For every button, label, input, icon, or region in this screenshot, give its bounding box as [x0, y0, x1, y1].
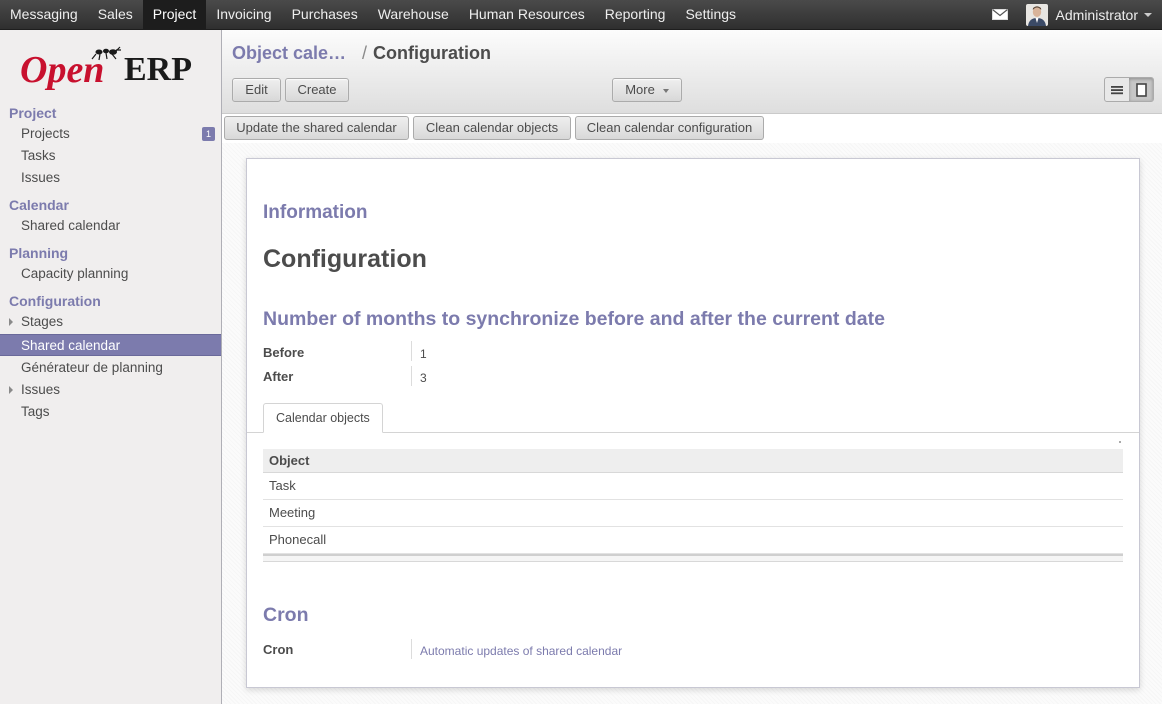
section-project: Project	[9, 105, 57, 121]
top-menu-sales[interactable]: Sales	[88, 0, 143, 29]
top-menu: Messaging Sales Project Invoicing Purcha…	[0, 0, 746, 29]
chevron-down-icon	[662, 88, 669, 93]
view-switcher	[1104, 77, 1154, 102]
table-footer	[263, 554, 1123, 562]
user-area: Administrator	[991, 0, 1162, 29]
sidebar-item-label: Tasks	[21, 148, 56, 163]
update-shared-calendar-button[interactable]: Update the shared calendar	[224, 116, 409, 140]
field-separator	[411, 366, 412, 386]
sidebar: Open ERP Project Projects 1 Tasks Issues…	[0, 30, 222, 704]
field-separator	[411, 341, 412, 361]
sidebar-item-label: Tags	[21, 404, 50, 419]
column-header-object[interactable]: Object	[263, 449, 1123, 473]
top-menu-reporting[interactable]: Reporting	[595, 0, 676, 29]
control-panel: Object cale… / Configuration Edit Create…	[222, 30, 1162, 114]
sidebar-item-issues[interactable]: Issues	[0, 167, 221, 189]
sidebar-item-label: Shared calendar	[21, 218, 121, 233]
sidebar-item-label: Issues	[21, 382, 61, 397]
table-row[interactable]: Meeting	[263, 500, 1123, 527]
sidebar-item-generateur-de-planning[interactable]: Générateur de planning	[0, 357, 221, 379]
top-menu-invoicing[interactable]: Invoicing	[206, 0, 281, 29]
table-row[interactable]: Task	[263, 473, 1123, 500]
list-view-icon[interactable]	[1105, 78, 1129, 101]
after-label: After	[263, 369, 294, 384]
count-badge: 1	[202, 127, 215, 141]
avatar[interactable]	[1025, 3, 1048, 26]
section-calendar: Calendar	[9, 197, 69, 213]
sidebar-item-label: Projects	[21, 126, 70, 141]
sidebar-item-label: Issues	[21, 170, 61, 185]
tab-calendar-objects[interactable]: Calendar objects	[263, 403, 383, 433]
before-value: 1	[420, 347, 427, 361]
breadcrumb-separator: /	[362, 43, 368, 63]
sidebar-item-label: Shared calendar	[21, 338, 121, 353]
breadcrumb-parent-link[interactable]: Object cale…	[232, 43, 346, 64]
form-view-icon[interactable]	[1129, 78, 1153, 101]
top-menu-settings[interactable]: Settings	[675, 0, 746, 29]
expand-arrow-icon[interactable]	[9, 386, 13, 394]
clean-calendar-configuration-button[interactable]: Clean calendar configuration	[575, 116, 764, 140]
sidebar-item-stages[interactable]: Stages	[0, 311, 221, 333]
field-separator	[411, 639, 412, 659]
more-button-label: More	[625, 82, 655, 97]
top-menu-warehouse[interactable]: Warehouse	[368, 0, 459, 29]
form-area: Information Configuration Number of mont…	[222, 143, 1162, 704]
section-planning: Planning	[9, 245, 69, 261]
page-title: Configuration	[373, 43, 491, 63]
clean-calendar-objects-button[interactable]: Clean calendar objects	[413, 116, 571, 140]
sidebar-item-shared-calendar[interactable]: Shared calendar	[0, 215, 221, 237]
section-configuration: Configuration	[9, 293, 101, 309]
sync-section-title: Number of months to synchronize before a…	[263, 308, 885, 330]
sidebar-item-tasks[interactable]: Tasks	[0, 145, 221, 167]
top-menu-human-resources[interactable]: Human Resources	[459, 0, 595, 29]
sidebar-item-projects[interactable]: Projects 1	[0, 123, 221, 145]
sidebar-item-issues-config[interactable]: Issues	[0, 379, 221, 401]
form-header-buttons: Update the shared calendar Clean calenda…	[222, 115, 1162, 143]
information-title: Information	[263, 202, 368, 223]
edit-button[interactable]: Edit	[232, 78, 281, 102]
sidebar-item-shared-calendar-config[interactable]: Shared calendar	[0, 334, 221, 356]
sidebar-item-capacity-planning[interactable]: Capacity planning	[0, 263, 221, 285]
top-menu-messaging[interactable]: Messaging	[0, 0, 88, 29]
more-button[interactable]: More	[612, 78, 682, 102]
table-row[interactable]: Phonecall	[263, 527, 1123, 554]
mail-icon[interactable]	[991, 9, 1008, 20]
top-menu-bar: Messaging Sales Project Invoicing Purcha…	[0, 0, 1162, 30]
before-label: Before	[263, 345, 305, 360]
logo-open-text: Open	[20, 49, 104, 91]
openerp-logo[interactable]: Open ERP	[20, 44, 205, 94]
user-name[interactable]: Administrator	[1056, 7, 1138, 23]
sidebar-item-tags[interactable]: Tags	[0, 401, 221, 423]
resize-dot	[1119, 441, 1121, 443]
create-button[interactable]: Create	[285, 78, 349, 102]
cron-section-title: Cron	[263, 604, 309, 626]
cron-label: Cron	[263, 642, 294, 657]
cron-link[interactable]: Automatic updates of shared calendar	[420, 644, 622, 658]
top-menu-project[interactable]: Project	[142, 0, 207, 29]
logo-erp-text: ERP	[124, 51, 192, 88]
chevron-down-icon[interactable]	[1144, 12, 1152, 17]
top-menu-purchases[interactable]: Purchases	[282, 0, 368, 29]
after-value: 3	[420, 371, 427, 385]
calendar-objects-table: Object Task Meeting Phonecall	[263, 449, 1123, 562]
record-name: Configuration	[263, 245, 427, 273]
form-sheet: Information Configuration Number of mont…	[246, 158, 1140, 688]
expand-arrow-icon[interactable]	[9, 318, 13, 326]
sidebar-item-label: Stages	[21, 314, 64, 329]
sidebar-item-label: Capacity planning	[21, 266, 129, 281]
sidebar-item-label: Générateur de planning	[21, 360, 163, 375]
